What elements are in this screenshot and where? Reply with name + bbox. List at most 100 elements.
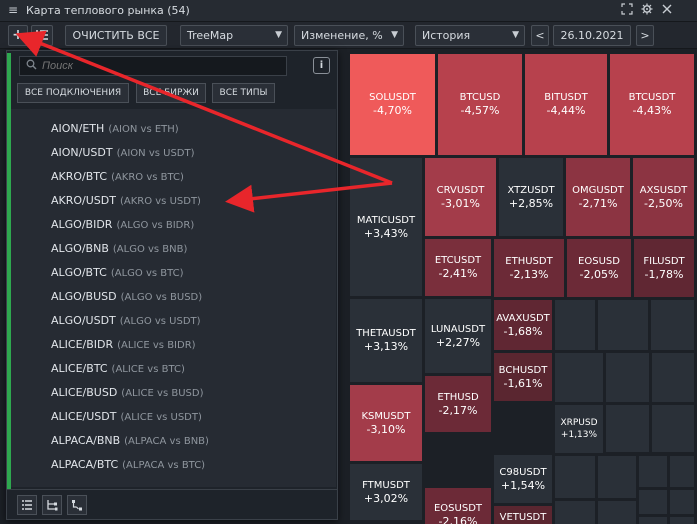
heatmap-tile-unlabeled[interactable] [669,455,695,488]
list-item[interactable]: ALGO/USDT (ALGO vs USDT) [51,309,201,333]
heatmap-tile[interactable]: FILUSDT -1,78% [633,238,695,298]
list-icon[interactable] [31,25,53,46]
pair-description: (ALPACA vs BTC) [122,460,206,471]
tile-change: +3,02% [363,491,409,505]
list-view-icon[interactable] [17,495,37,515]
list-item[interactable]: ALGO/BIDR (ALGO vs BIDR) [51,213,194,237]
heatmap-tile[interactable]: BCHUSDT -1,61% [493,352,553,402]
list-item[interactable]: ALPACA/BNB (ALPACA vs BNB) [51,429,209,453]
hamburger-icon[interactable]: ≡ [8,3,18,17]
heatmap-tile-unlabeled[interactable] [554,455,596,499]
heatmap-tile[interactable]: ETHUSDT -2,13% [493,238,565,298]
pair-name: ALGO/BIDR [51,218,113,231]
heatmap-tile[interactable]: SOLUSDT -4,70% [349,53,436,156]
pair-description: (ALICE vs BIDR) [117,340,196,351]
list-item[interactable]: AKRO/USDT (AKRO vs USDT) [51,189,201,213]
mode-select[interactable]: История ▼ [415,25,525,46]
clear-all-button[interactable]: ОЧИСТИТЬ ВСЕ [65,25,167,46]
list-item[interactable]: ALGO/BUSD (ALGO vs BUSD) [51,285,202,309]
heatmap-tile-unlabeled[interactable] [651,352,695,403]
close-icon[interactable] [660,3,674,17]
heatmap-tile-unlabeled[interactable] [638,455,668,488]
heatmap-tile-unlabeled[interactable] [651,404,695,453]
list-item[interactable]: AKRO/BTC (AKRO vs BTC) [51,165,184,189]
heatmap-tile-unlabeled[interactable] [638,489,668,515]
heatmap-tile-unlabeled[interactable] [669,489,695,515]
heatmap-tile[interactable]: C98USDT +1,54% [493,454,553,504]
tree-view-icon[interactable] [42,495,62,515]
heatmap-tile[interactable]: EOSUSD -2,05% [566,238,632,298]
heatmap-tile[interactable]: XRPUSD +1,13% [554,404,604,454]
tile-symbol: SOLUSDT [369,92,416,103]
list-item[interactable]: ALICE/BIDR (ALICE vs BIDR) [51,333,196,357]
heatmap-tile[interactable]: ETHUSD -2,17% [424,375,492,433]
pair-description: (AKRO vs USDT) [119,196,201,207]
restore-icon[interactable] [620,3,634,17]
heatmap-tile-unlabeled[interactable] [597,455,637,499]
view-type-value: TreeMap [187,29,234,42]
tile-change: -4,44% [546,104,586,117]
heatmap-tile-unlabeled[interactable] [554,352,604,403]
heatmap-tile[interactable]: KSMUSDT -3,10% [349,384,423,462]
add-button[interactable]: + [8,25,28,46]
info-button[interactable]: i [313,57,330,74]
pair-description: (AION vs ETH) [108,124,179,135]
heatmap-tile[interactable]: AVAXUSDT -1,68% [493,299,553,351]
heatmap-tile-unlabeled[interactable] [605,404,650,453]
heatmap-tile[interactable]: EOSUSDT -2,16% [424,487,492,524]
view-type-select[interactable]: TreeMap ▼ [180,25,288,46]
heatmap-tile[interactable]: BTCUSDT -4,43% [609,53,695,156]
pair-name: ALGO/BTC [51,266,107,279]
list-item[interactable]: ALGO/BTC (ALGO vs BTC) [51,261,184,285]
filter-all-types[interactable]: ВСЕ ТИПЫ [212,83,275,103]
tile-change: +3,43% [363,226,409,240]
list-item[interactable]: AION/USDT (AION vs USDT) [51,141,195,165]
heatmap-tile-unlabeled[interactable] [597,299,649,351]
heatmap-tile-unlabeled[interactable] [554,299,596,351]
heatmap-tile-unlabeled[interactable] [669,516,695,524]
heatmap-tile-unlabeled[interactable] [597,500,637,524]
heatmap-tile-unlabeled[interactable] [605,352,650,403]
search-icon [26,59,37,73]
pair-name: ALPACA/BTC [51,458,119,471]
date-field[interactable]: 26.10.2021 [553,25,631,46]
heatmap-tile-unlabeled[interactable] [650,299,695,351]
heatmap-tile[interactable]: BTCUSD -4,57% [437,53,523,156]
tile-change: -2,17% [438,403,478,417]
tile-symbol: C98USDT [499,466,547,478]
heatmap-tile[interactable]: VETUSDT-1,51% [493,505,553,524]
pair-description: (ALGO vs BTC) [110,268,184,279]
filter-all-connections[interactable]: ВСЕ ПОДКЛЮЧЕНИЯ [17,83,129,103]
search-input[interactable] [19,56,287,76]
list-item[interactable]: AION/ETH (AION vs ETH) [51,117,179,141]
list-item[interactable]: ALICE/BTC (ALICE vs BTC) [51,357,185,381]
pair-name: ALGO/BNB [51,242,109,255]
list-item[interactable]: ALICE/USDT (ALICE vs USDT) [51,405,202,429]
heatmap-tile-unlabeled[interactable] [638,516,668,524]
heatmap-tile[interactable]: FTMUSDT +3,02% [349,463,423,521]
heatmap-tile[interactable]: AXSUSDT -2,50% [632,157,695,237]
prev-date-button[interactable]: < [531,25,549,46]
filter-all-exchanges[interactable]: ВСЕ БИРЖИ [136,83,206,103]
tile-symbol: EOSUSD [578,255,620,267]
hierarchy-view-icon[interactable] [67,495,87,515]
heatmap-tile[interactable]: XTZUSDT +2,85% [498,157,564,237]
tile-symbol: ETHUSD [437,391,479,403]
pair-name: ALGO/USDT [51,314,116,327]
list-item[interactable]: ALGO/BNB (ALGO vs BNB) [51,237,187,261]
next-date-button[interactable]: > [636,25,654,46]
pair-description: (ALGO vs BNB) [112,244,188,255]
list-item[interactable]: ALPACA/BTC (ALPACA vs BTC) [51,453,205,477]
heatmap-tile[interactable]: LUNAUSDT +2,27% [424,298,492,374]
heatmap-tile[interactable]: ETCUSDT -2,41% [424,238,492,297]
heatmap-tile-unlabeled[interactable] [554,500,596,524]
title-bar: ≡ Карта теплового рынка (54) [0,0,697,22]
heatmap-tile[interactable]: CRVUSDT -3,01% [424,157,497,237]
list-item[interactable]: ALICE/BUSD (ALICE vs BUSD) [51,381,203,405]
heatmap-tile[interactable]: BITUSDT -4,44% [524,53,608,156]
gear-icon[interactable] [640,3,654,17]
metric-select[interactable]: Изменение, % ▼ [294,25,404,46]
heatmap-tile[interactable]: OMGUSDT -2,71% [565,157,631,237]
heatmap-tile[interactable]: MATICUSDT +3,43% [349,157,423,297]
heatmap-tile[interactable]: THETAUSDT +3,13% [349,298,423,383]
